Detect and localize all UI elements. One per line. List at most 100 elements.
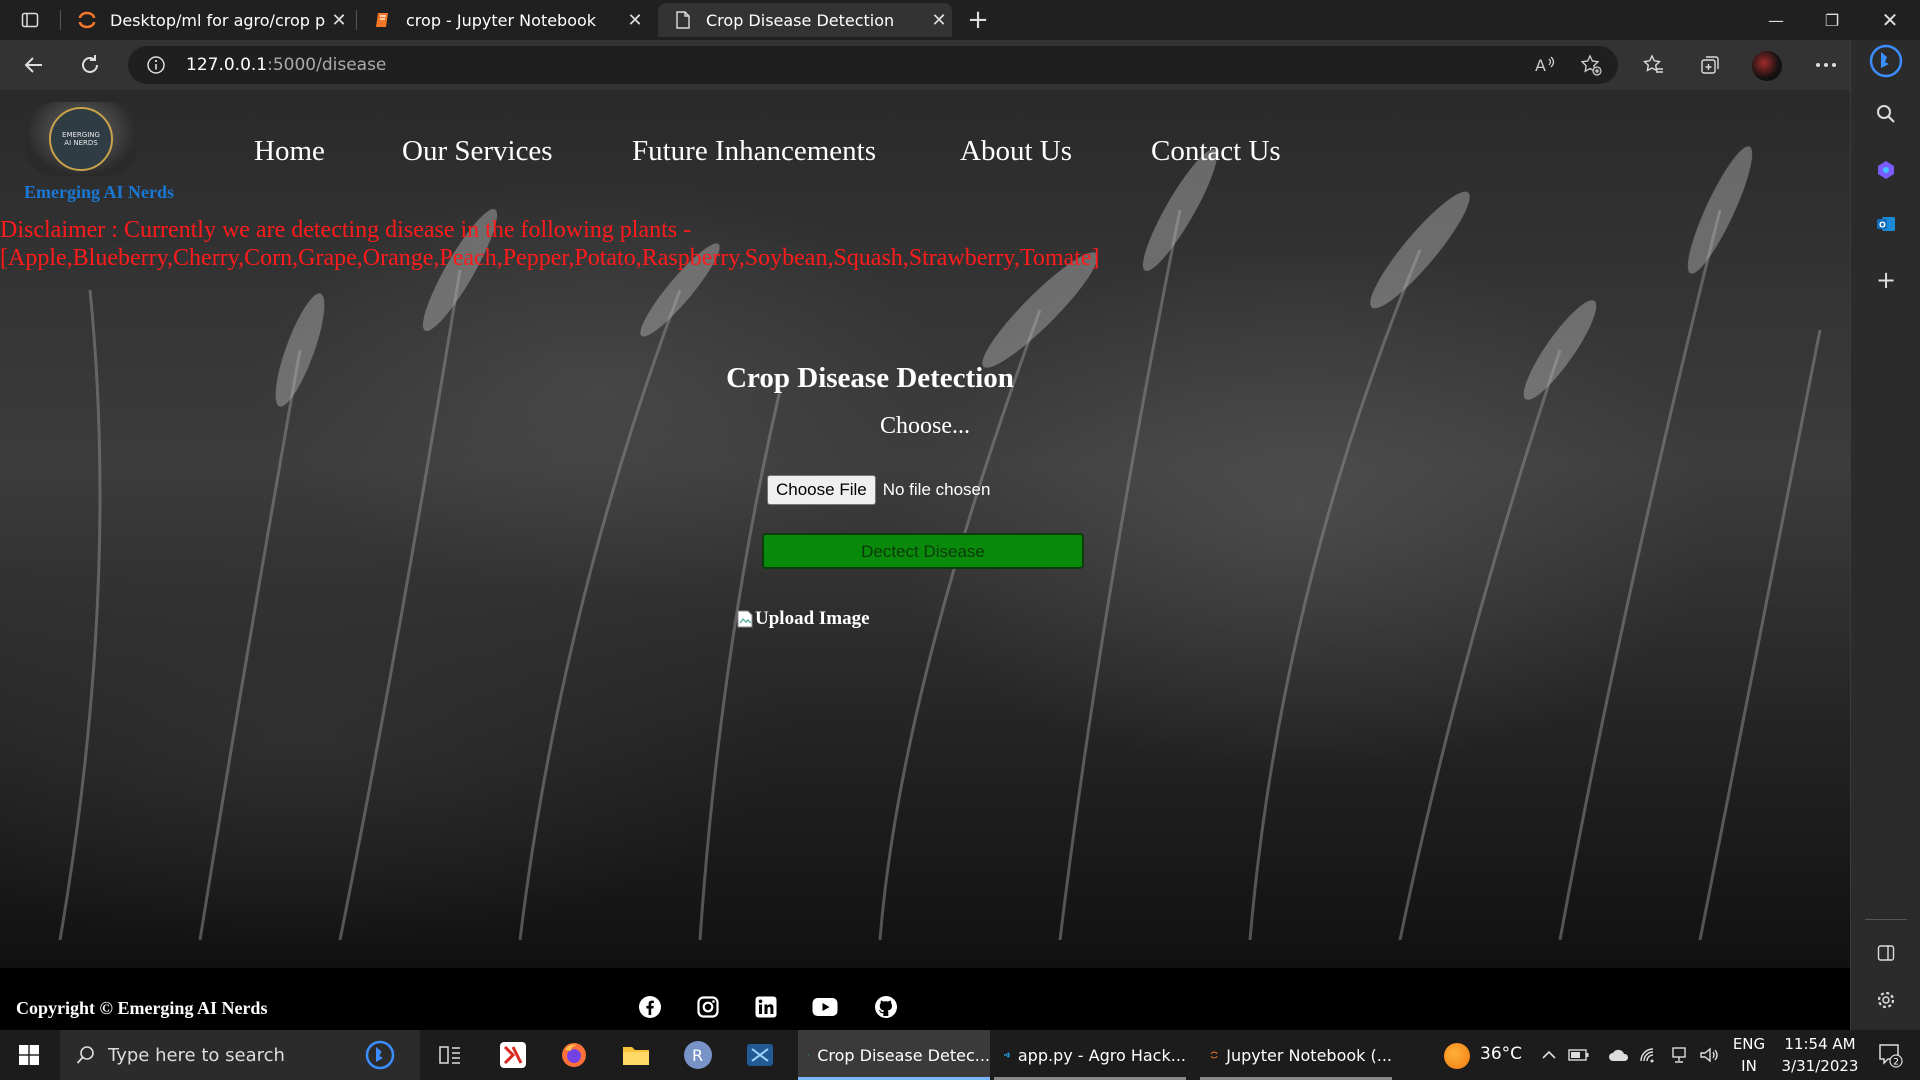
snipping-tool-icon[interactable]: [735, 1035, 785, 1075]
file-input[interactable]: Choose File No file chosen: [767, 475, 990, 505]
profile-avatar[interactable]: [1752, 51, 1782, 81]
region-code: IN: [1741, 1057, 1757, 1075]
svg-text:A: A: [1535, 56, 1546, 75]
close-icon[interactable]: ✕: [926, 10, 952, 31]
url-path: :5000/disease: [267, 55, 387, 75]
nav-about-us[interactable]: About Us: [960, 135, 1072, 168]
disclaimer-line: Disclaimer : Currently we are detecting …: [0, 217, 692, 243]
kingsoft-icon[interactable]: [488, 1035, 538, 1075]
address-bar[interactable]: 127.0.0.1:5000/disease A: [128, 46, 1618, 84]
site-logo[interactable]: EMERGING AI NERDS: [25, 102, 137, 176]
windows-start-button[interactable]: [0, 1030, 58, 1080]
file-explorer-icon[interactable]: [611, 1035, 661, 1075]
clock-date: 3/31/2023: [1781, 1057, 1859, 1075]
close-icon[interactable]: ✕: [326, 10, 352, 31]
firefox-icon[interactable]: [549, 1035, 599, 1075]
language-code: ENG: [1732, 1035, 1766, 1053]
detect-disease-button[interactable]: Dectect Disease: [762, 533, 1084, 569]
search-placeholder: Type here to search: [108, 1044, 285, 1066]
nav-future-enhancements[interactable]: Future Inhancements: [632, 135, 876, 168]
jupyter-icon: [76, 9, 98, 31]
youtube-icon[interactable]: [812, 994, 838, 1020]
volume-icon[interactable]: [1694, 1035, 1724, 1075]
tab-title: Desktop/ml for agro/crop predic: [110, 10, 326, 30]
tab-actions-icon[interactable]: [0, 0, 60, 40]
discover-icon[interactable]: [1868, 152, 1904, 188]
nav-home[interactable]: Home: [254, 135, 325, 168]
more-options-icon[interactable]: [1808, 47, 1844, 83]
back-button[interactable]: [16, 47, 52, 83]
tab-jupyter-notebook[interactable]: crop - Jupyter Notebook ✕: [358, 3, 648, 37]
network-icon[interactable]: [1664, 1035, 1694, 1075]
tab-separator: [356, 10, 357, 30]
instagram-icon[interactable]: [695, 994, 721, 1020]
refresh-button[interactable]: [72, 47, 108, 83]
restore-button[interactable]: ❐: [1804, 0, 1860, 40]
info-icon[interactable]: [146, 55, 166, 79]
settings-gear-icon[interactable]: [1868, 982, 1904, 1018]
choose-label: Choose...: [880, 413, 970, 439]
tab-title: crop - Jupyter Notebook: [406, 10, 597, 30]
favorites-icon[interactable]: [1636, 47, 1672, 83]
browser-toolbar: 127.0.0.1:5000/disease A: [0, 40, 1920, 90]
edge-icon: [808, 1054, 810, 1056]
read-aloud-icon[interactable]: A: [1534, 54, 1556, 81]
jupyter-icon: [1210, 1051, 1218, 1059]
tab-desktop-crop[interactable]: Desktop/ml for agro/crop predic ✕: [62, 3, 352, 37]
taskbar-search-box[interactable]: Type here to search: [60, 1030, 420, 1080]
page-title: Crop Disease Detection: [726, 362, 1014, 394]
sidebar-divider: [1865, 919, 1907, 920]
new-tab-button[interactable]: +: [960, 4, 996, 36]
hide-sidebar-icon[interactable]: [1868, 935, 1904, 971]
browser-sidebar: O +: [1850, 40, 1920, 1030]
add-favorite-icon[interactable]: [1580, 54, 1602, 80]
notification-center-icon[interactable]: 2: [1868, 1035, 1912, 1075]
bing-icon[interactable]: [365, 1040, 395, 1074]
facebook-icon[interactable]: [637, 994, 663, 1020]
task-view-icon[interactable]: [425, 1035, 475, 1075]
wifi-icon[interactable]: [1634, 1035, 1664, 1075]
taskbar-app-label: Jupyter Notebook (...: [1226, 1045, 1392, 1065]
linkedin-icon[interactable]: [753, 994, 779, 1020]
taskbar-app-vscode[interactable]: app.py - Agro Hack...: [994, 1030, 1186, 1080]
search-icon[interactable]: [1868, 96, 1904, 132]
weather-sun-icon[interactable]: [1444, 1043, 1470, 1069]
broken-image-icon: [737, 610, 753, 628]
bing-chat-icon[interactable]: [1868, 43, 1904, 79]
add-sidebar-icon[interactable]: +: [1868, 262, 1904, 298]
svg-text:O: O: [1879, 221, 1886, 230]
nav-our-services[interactable]: Our Services: [402, 135, 553, 168]
close-icon[interactable]: ✕: [622, 10, 648, 31]
search-icon: [76, 1045, 96, 1065]
tab-crop-disease-detection[interactable]: Crop Disease Detection ✕: [658, 3, 952, 37]
input-language[interactable]: ENG IN: [1724, 1033, 1774, 1077]
battery-icon[interactable]: [1564, 1035, 1594, 1075]
minimize-button[interactable]: —: [1748, 0, 1804, 40]
system-clock[interactable]: 11:54 AM 3/31/2023: [1770, 1033, 1870, 1077]
r-app-icon[interactable]: R: [673, 1035, 723, 1075]
image-alt-text: Upload Image: [755, 608, 870, 629]
copyright-text: Copyright © Emerging AI Nerds: [16, 998, 268, 1018]
outlook-icon[interactable]: O: [1868, 206, 1904, 242]
logo-badge: EMERGING AI NERDS: [49, 107, 113, 171]
url-text: 127.0.0.1:5000/disease: [186, 55, 386, 75]
choose-file-button[interactable]: Choose File: [767, 475, 876, 505]
cloud-sync-icon[interactable]: [1604, 1035, 1634, 1075]
browser-tab-strip: Desktop/ml for agro/crop predic ✕ crop -…: [0, 0, 1920, 40]
tab-separator: [60, 10, 61, 30]
logo-text-line2: AI NERDS: [64, 139, 98, 147]
taskbar-app-label: app.py - Agro Hack...: [1017, 1045, 1186, 1065]
window-close-button[interactable]: ✕: [1862, 0, 1918, 40]
nav-contact-us[interactable]: Contact Us: [1151, 135, 1281, 168]
web-page: EMERGING AI NERDS Emerging AI Nerds Home…: [0, 90, 1850, 1030]
collections-icon[interactable]: [1692, 47, 1728, 83]
uploaded-image-preview: Upload Image: [737, 608, 870, 630]
svg-text:2: 2: [1893, 1058, 1899, 1068]
supported-plants-list: [Apple,Blueberry,Cherry,Corn,Grape,Orang…: [0, 245, 1100, 271]
taskbar-app-edge[interactable]: Crop Disease Detec...: [798, 1030, 990, 1080]
weather-temperature[interactable]: 36°C: [1480, 1043, 1522, 1065]
github-icon[interactable]: [873, 994, 899, 1020]
taskbar-app-jupyter[interactable]: Jupyter Notebook (...: [1200, 1030, 1392, 1080]
file-status: No file chosen: [882, 480, 991, 499]
show-hidden-icons-chevron-icon[interactable]: [1534, 1035, 1564, 1075]
